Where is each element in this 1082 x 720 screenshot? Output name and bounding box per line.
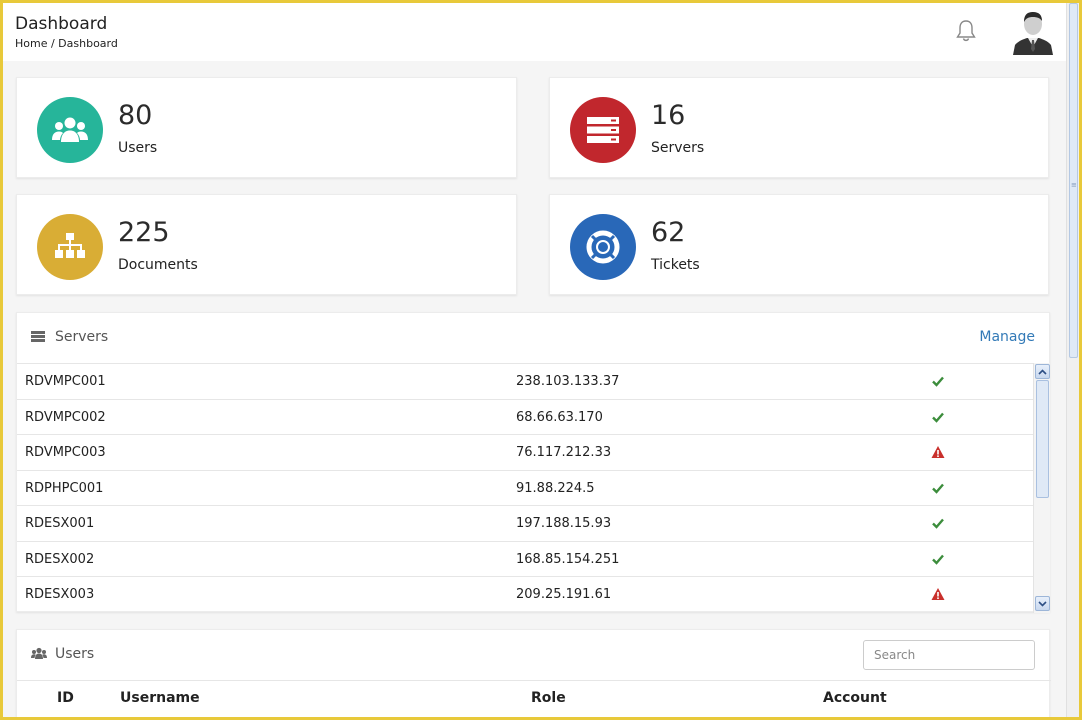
divider (17, 680, 1051, 681)
server-icon (570, 97, 636, 163)
server-name: RDVMPC002 (25, 410, 106, 425)
server-name: RDVMPC003 (25, 445, 106, 460)
server-ip: 91.88.224.5 (516, 481, 595, 496)
search-input[interactable] (863, 640, 1035, 670)
lifebuoy-icon (570, 214, 636, 280)
column-header-role[interactable]: Role (531, 690, 566, 706)
bell-icon[interactable] (955, 19, 977, 43)
table-row[interactable]: RDVMPC002 68.66.63.170 (17, 399, 1033, 435)
users-icon (37, 97, 103, 163)
breadcrumb[interactable]: Home / Dashboard (15, 37, 118, 50)
stat-card-servers[interactable]: 16 Servers (549, 77, 1049, 178)
scroll-down-button[interactable] (1035, 596, 1050, 611)
check-icon (932, 412, 944, 423)
page-scroll-thumb[interactable]: ≡ (1069, 3, 1078, 358)
check-icon (932, 518, 944, 529)
users-icon (31, 647, 47, 659)
scroll-up-button[interactable] (1035, 364, 1050, 379)
check-icon (932, 376, 944, 387)
stat-card-tickets[interactable]: 62 Tickets (549, 194, 1049, 295)
table-row[interactable]: RDESX002 168.85.154.251 (17, 541, 1033, 577)
column-header-account[interactable]: Account (823, 690, 887, 706)
server-name: RDESX002 (25, 552, 95, 567)
sitemap-icon (37, 214, 103, 280)
stat-value: 80 (118, 100, 153, 131)
server-ip: 209.25.191.61 (516, 587, 612, 602)
server-name: RDVMPC001 (25, 374, 106, 389)
server-ip: 168.85.154.251 (516, 552, 620, 567)
top-header: Dashboard Home / Dashboard (3, 3, 1066, 61)
stat-card-users[interactable]: 80 Users (16, 77, 517, 178)
stat-value: 225 (118, 217, 170, 248)
users-panel: Users ID Username Role Account (16, 629, 1051, 717)
table-row[interactable]: RDPHPC001 91.88.224.5 (17, 470, 1033, 506)
stat-label: Documents (118, 257, 198, 273)
chevron-down-icon (1038, 600, 1047, 607)
table-row[interactable]: RDVMPC003 76.117.212.33 (17, 434, 1033, 470)
server-name: RDESX003 (25, 587, 95, 602)
server-name: RDPHPC001 (25, 481, 104, 496)
chevron-up-icon (1038, 368, 1047, 375)
servers-panel-title: Servers (55, 329, 109, 345)
servers-scrollbar[interactable] (1033, 363, 1050, 613)
page-scrollbar[interactable]: ≡ (1066, 3, 1079, 717)
stat-label: Servers (651, 140, 705, 156)
users-panel-title: Users (55, 646, 95, 662)
table-row[interactable]: RDESX003 209.25.191.61 (17, 576, 1033, 612)
stat-value: 16 (651, 100, 686, 131)
table-row[interactable]: RDVMPC001 238.103.133.37 (17, 363, 1033, 399)
stat-value: 62 (651, 217, 686, 248)
server-ip: 197.188.15.93 (516, 516, 612, 531)
stat-card-documents[interactable]: 225 Documents (16, 194, 517, 295)
column-header-id[interactable]: ID (57, 690, 74, 706)
warning-icon (931, 446, 945, 458)
stat-label: Tickets (651, 257, 700, 273)
server-name: RDESX001 (25, 516, 95, 531)
servers-scroll-thumb[interactable] (1036, 380, 1049, 498)
server-ip: 238.103.133.37 (516, 374, 620, 389)
servers-panel: Servers Manage RDVMPC001 238.103.133.37 … (16, 312, 1050, 613)
manage-link[interactable]: Manage (979, 329, 1035, 345)
stat-label: Users (118, 140, 158, 156)
server-ip: 76.117.212.33 (516, 445, 612, 460)
check-icon (932, 554, 944, 565)
avatar[interactable] (1011, 9, 1055, 55)
server-ip: 68.66.63.170 (516, 410, 603, 425)
server-list-icon (31, 331, 45, 342)
page-title: Dashboard (15, 14, 108, 34)
table-row[interactable]: RDESX001 197.188.15.93 (17, 505, 1033, 541)
warning-icon (931, 588, 945, 600)
check-icon (932, 483, 944, 494)
column-header-username[interactable]: Username (120, 690, 200, 706)
